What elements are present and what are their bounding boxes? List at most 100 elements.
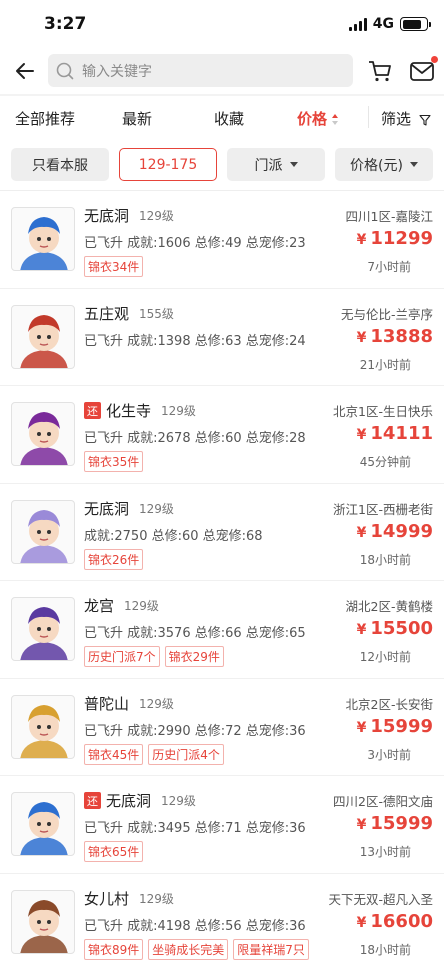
message-button[interactable] (408, 56, 438, 85)
feature-tags: 锦衣35件 (84, 451, 144, 472)
currency-symbol: ¥ (356, 622, 367, 638)
character-avatar (11, 207, 75, 271)
listing-item[interactable]: 还 无底洞 129级 四川2区-德阳文庙 已飞升 成就:3495 总修:71 总… (0, 776, 444, 874)
character-stats: 已飞升 成就:3495 总修:71 总宠修:36 (84, 821, 306, 836)
sect-name: 无底洞 (84, 207, 130, 225)
listed-time: 45分钟前 (359, 455, 411, 469)
search-header: 输入关键字 (0, 50, 444, 92)
price: ¥15500 (357, 618, 433, 639)
price: ¥15999 (357, 813, 433, 834)
sect-line: 女儿村 129级 (84, 888, 174, 909)
tab-all-recommended[interactable]: 全部推荐 (15, 108, 75, 129)
listing-item[interactable]: 女儿村 129级 天下无双-超凡入圣 已飞升 成就:4198 总修:56 总宠修… (0, 874, 444, 960)
listing-item[interactable]: 无底洞 129级 浙江1区-西栅老街 成就:2750 总修:60 总宠修:68 … (0, 484, 444, 581)
character-level: 129级 (161, 404, 196, 418)
tab-newest[interactable]: 最新 (122, 108, 152, 129)
feature-tags: 锦衣34件 (84, 256, 144, 277)
sect-name: 五庄观 (84, 304, 130, 323)
tab-price[interactable]: 价格 (297, 108, 340, 129)
listing-item[interactable]: 还 化生寺 129级 北京1区-生日快乐 已飞升 成就:2678 总修:60 总… (0, 386, 444, 484)
status-bar: 3:27 4G (0, 0, 444, 50)
sect-line: 还 无底洞 129级 (84, 790, 196, 811)
listing-list: 无底洞 129级 四川1区-嘉陵江 已飞升 成就:1606 总修:49 总宠修:… (0, 191, 444, 960)
level-range-chip[interactable]: 129-175 (119, 148, 217, 181)
listed-time: 18小时前 (359, 552, 411, 567)
feature-tag: 锦衣26件 (84, 548, 144, 570)
sect-line: 普陀山 129级 (84, 693, 174, 714)
feature-tag: 坐骑成长完美 (148, 938, 229, 960)
battery-icon (400, 17, 431, 31)
character-level: 129级 (139, 501, 174, 516)
tab-favorites[interactable]: 收藏 (214, 108, 244, 129)
character-stats: 成就:2750 总修:60 总宠修:68 (84, 528, 263, 544)
search-icon (56, 62, 74, 79)
signal-icon (348, 17, 367, 31)
character-level: 129级 (139, 696, 174, 711)
sect-line: 五庄观 155级 (84, 303, 174, 324)
listing-item[interactable]: 普陀山 129级 北京2区-长安街 已飞升 成就:2990 总修:72 总宠修:… (0, 679, 444, 776)
tab-price-label: 价格 (297, 110, 328, 128)
listed-time: 3小时前 (367, 747, 411, 762)
listing-item[interactable]: 无底洞 129级 四川1区-嘉陵江 已飞升 成就:1606 总修:49 总宠修:… (0, 191, 444, 289)
listing-item[interactable]: 五庄观 155级 无与伦比-兰亭序 已飞升 成就:1398 总修:63 总宠修:… (0, 289, 444, 386)
feature-tag: 锦衣35件 (84, 451, 144, 472)
character-portrait-icon (20, 509, 68, 563)
currency-symbol: ¥ (356, 914, 367, 931)
character-stats: 已飞升 成就:1606 总修:49 总宠修:23 (84, 236, 306, 251)
price: ¥13888 (357, 326, 433, 347)
currency-symbol: ¥ (356, 427, 367, 443)
search-input[interactable]: 输入关键字 (48, 54, 353, 87)
sect-name: 化生寺 (106, 402, 152, 420)
cart-icon[interactable] (366, 57, 394, 85)
server-name: 无与伦比-兰亭序 (340, 306, 433, 322)
character-portrait-icon (20, 217, 68, 270)
sect-line: 龙宫 129级 (84, 595, 159, 616)
listed-time: 18小时前 (359, 942, 411, 957)
character-stats: 已飞升 成就:2990 总修:72 总宠修:36 (84, 723, 306, 739)
character-level: 129级 (139, 891, 174, 906)
character-avatar (11, 889, 75, 954)
listed-time: 21小时前 (359, 357, 411, 372)
sect-name: 无底洞 (84, 499, 130, 518)
character-portrait-icon (20, 802, 68, 855)
character-avatar (11, 499, 75, 564)
server-name: 北京1区-生日快乐 (333, 404, 433, 419)
character-portrait-icon (20, 412, 68, 465)
sect-dropdown[interactable]: 门派 (227, 148, 325, 181)
back-arrow-icon[interactable] (6, 56, 36, 86)
character-stats: 已飞升 成就:2678 总修:60 总宠修:28 (84, 431, 306, 446)
listed-time: 12小时前 (359, 650, 411, 664)
price: ¥14999 (357, 521, 433, 542)
currency-symbol: ¥ (356, 524, 367, 541)
listing-item[interactable]: 龙宫 129级 湖北2区-黄鹤楼 已飞升 成就:3576 总修:66 总宠修:6… (0, 581, 444, 679)
feature-tags: 锦衣26件 (84, 548, 144, 570)
character-stats: 已飞升 成就:1398 总修:63 总宠修:24 (84, 333, 306, 349)
network-type: 4G (372, 16, 394, 32)
feature-tag: 锦衣45件 (84, 743, 144, 765)
sect-line: 还 化生寺 129级 (84, 400, 196, 421)
character-avatar (11, 402, 75, 466)
caret-down-icon (409, 162, 418, 167)
caret-down-icon (289, 162, 298, 167)
sect-name: 女儿村 (84, 889, 130, 908)
price-value: 15999 (370, 813, 433, 834)
feature-tags: 锦衣89件 坐骑成长完美 限量祥瑞7只 (84, 938, 309, 960)
unread-dot (431, 56, 438, 63)
price-dropdown[interactable]: 价格(元) (335, 148, 433, 181)
character-portrait-icon (20, 899, 68, 953)
character-avatar (11, 792, 75, 856)
price-value: 11299 (370, 228, 433, 249)
character-avatar (11, 597, 75, 661)
only-this-server-chip[interactable]: 只看本服 (11, 148, 109, 181)
character-level: 129级 (139, 209, 174, 223)
sect-line: 无底洞 129级 (84, 498, 174, 519)
feature-tag: 限量祥瑞7只 (233, 938, 309, 960)
price-value: 14999 (370, 520, 433, 542)
server-name: 天下无双-超凡入圣 (328, 891, 433, 907)
tab-filter[interactable]: 筛选 (381, 108, 431, 129)
feature-tag: 历史门派4个 (148, 743, 224, 765)
status-indicators: 4G (348, 16, 431, 32)
character-level: 155级 (139, 306, 174, 321)
server-name: 四川1区-嘉陵江 (345, 209, 433, 224)
price-value: 13888 (370, 325, 433, 347)
